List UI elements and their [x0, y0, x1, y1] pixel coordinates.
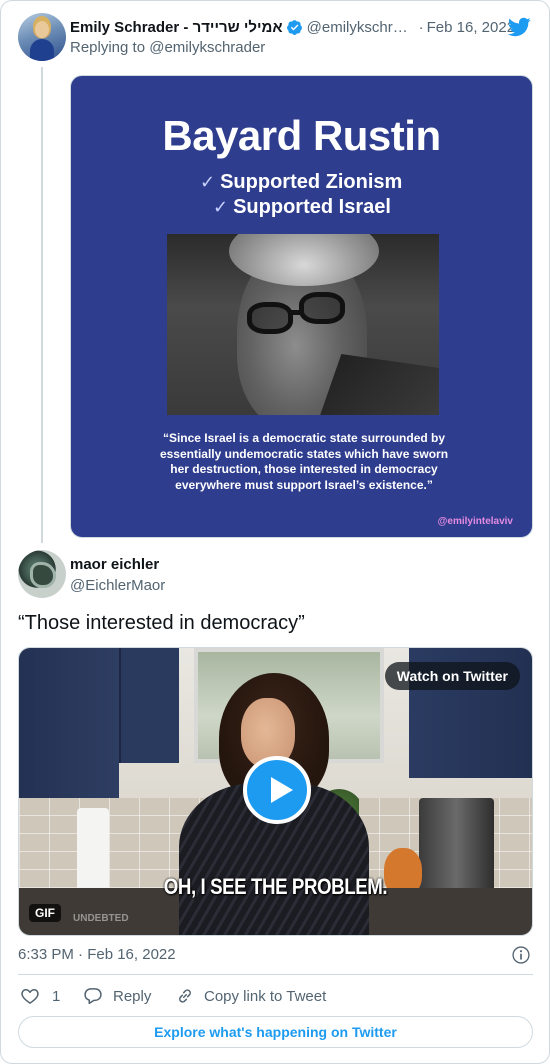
- explore-twitter-button[interactable]: Explore what's happening on Twitter: [18, 1016, 533, 1048]
- avatar-head: [35, 21, 49, 38]
- image-title: Bayard Rustin: [162, 112, 441, 159]
- copy-link-label: Copy link to Tweet: [204, 987, 327, 1005]
- verified-badge-icon: [286, 19, 302, 35]
- glasses-lens-right: [299, 292, 345, 324]
- embedded-tweet-card: Emily Schrader - אמילי שריידר @emilyksch…: [0, 0, 550, 1064]
- checkmark-icon: ✓: [213, 197, 229, 217]
- twitter-bird-icon[interactable]: [507, 15, 531, 39]
- image-check-line-1: ✓ Supported Zionism: [200, 171, 402, 194]
- reply-author-name[interactable]: maor eichler: [70, 556, 159, 573]
- play-icon: [271, 777, 293, 803]
- reply-tweet-text: “Those interested in democracy”: [18, 612, 305, 634]
- reply-button[interactable]: Reply: [83, 986, 151, 1006]
- avatar-figure: [30, 39, 54, 61]
- check-text-1: Supported Zionism: [220, 171, 403, 193]
- image-quote: “Since Israel is a democratic state surr…: [159, 431, 449, 492]
- like-button[interactable]: 1: [20, 986, 60, 1006]
- play-button[interactable]: [243, 756, 311, 824]
- tweet-timestamp[interactable]: 6:33 PM · Feb 16, 2022: [18, 946, 176, 963]
- link-icon: [179, 989, 191, 1003]
- reply-bubble-icon: [84, 988, 102, 1005]
- reply-label: Reply: [113, 987, 152, 1005]
- info-icon[interactable]: [511, 945, 531, 965]
- gif-watermark: UNDEBTED: [73, 913, 129, 924]
- thread-connector-line: [41, 67, 43, 543]
- copy-link-button[interactable]: Copy link to Tweet: [175, 986, 326, 1006]
- reply-gif-media[interactable]: OH, I SEE THE PROBLEM. UNDEBTED Watch on…: [18, 647, 533, 936]
- maor-avatar[interactable]: [18, 550, 66, 598]
- glasses-lens-left: [247, 302, 293, 334]
- author-name[interactable]: Emily Schrader - אמילי שריידר: [70, 19, 283, 36]
- author-handle[interactable]: @emilykschr…: [307, 19, 415, 36]
- checkmark-icon: ✓: [200, 172, 216, 192]
- gif-caption: OH, I SEE THE PROBLEM.: [163, 874, 388, 899]
- scene-cabinet-door: [119, 648, 179, 763]
- divider: [18, 974, 533, 975]
- parent-tweet-header: Emily Schrader - אמילי שריידר @emilyksch…: [70, 16, 540, 38]
- meta-separator: ·: [418, 18, 424, 36]
- glasses-bridge: [291, 310, 303, 315]
- avatar-figure: [30, 562, 56, 588]
- image-credit: @emilyintelaviv: [437, 516, 513, 527]
- tweet-date[interactable]: Feb 16, 2022: [427, 19, 515, 36]
- parent-tweet-image[interactable]: Bayard Rustin ✓ Supported Zionism ✓ Suppor…: [70, 75, 533, 538]
- image-check-line-2: ✓ Supported Israel: [213, 196, 391, 219]
- emily-avatar[interactable]: [18, 13, 66, 61]
- reply-author-handle[interactable]: @EichlerMaor: [70, 577, 165, 594]
- watch-on-twitter-button[interactable]: Watch on Twitter: [384, 662, 520, 690]
- like-count: 1: [52, 987, 61, 1005]
- heart-icon: [21, 989, 39, 1004]
- gif-badge: GIF: [29, 904, 61, 922]
- portrait-photo: [167, 234, 439, 415]
- replying-to-line[interactable]: Replying to @emilykschrader: [70, 39, 265, 56]
- scene-cabinet-left: [19, 648, 119, 798]
- check-text-2: Supported Israel: [233, 196, 391, 218]
